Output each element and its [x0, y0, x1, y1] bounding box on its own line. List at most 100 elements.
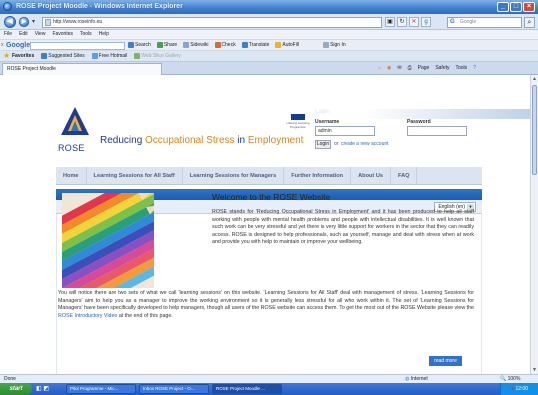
command-bar: ⌂ ◉ ✉ ⎙ Page Safety Tools ?	[378, 63, 476, 74]
hotmail-icon	[91, 52, 98, 59]
username-field[interactable]: admin	[315, 126, 375, 136]
intro-video-link[interactable]: ROSE Introductory Video	[58, 313, 117, 319]
google-autofill-button[interactable]: AutoFill	[275, 40, 299, 51]
scroll-thumb[interactable]	[532, 85, 537, 175]
history-dropdown-icon[interactable]: ▾	[32, 18, 35, 25]
close-button[interactable]: ×	[523, 2, 535, 12]
password-label: Password	[407, 119, 431, 125]
taskbar-items: Pilot Programme - Mic... Inbox ROSE Proj…	[66, 384, 282, 394]
search-provider-icon[interactable]: g	[421, 17, 431, 27]
username-label: Username	[315, 119, 340, 125]
tools-menu[interactable]: Tools	[456, 63, 468, 74]
favorite-suggested-sites[interactable]: Suggested Sites	[41, 51, 85, 61]
quick-launch-icons[interactable]: ◧ ◩	[36, 385, 49, 392]
url-tools: ▣ ↻ ✕ g	[385, 17, 431, 27]
vertical-scrollbar[interactable]: ▲ ▼	[530, 75, 538, 374]
menu-bar: File Edit View Favorites Tools Help	[0, 30, 538, 39]
google-check-button[interactable]: Check	[214, 40, 236, 51]
menu-favorites[interactable]: Favorites	[52, 30, 73, 39]
create-account-link[interactable]: create a new account	[341, 141, 389, 147]
google-logo: Google	[6, 42, 31, 49]
forward-arrow-icon[interactable]: ▶	[18, 16, 30, 28]
share-icon	[156, 41, 163, 48]
system-tray-icons[interactable]: ●	[511, 386, 514, 392]
globe-icon: ◍	[405, 376, 410, 382]
rose-site: ROSE Reducing Occupational Stress in Emp…	[48, 75, 530, 374]
nav-further-information[interactable]: Further Information	[284, 167, 352, 184]
menu-help[interactable]: Help	[99, 30, 109, 39]
toolbar-close-icon[interactable]: x	[1, 40, 4, 51]
minimize-button[interactable]: _	[497, 2, 509, 12]
nav-faq[interactable]: FAQ	[391, 167, 418, 184]
status-text: Done	[4, 376, 16, 382]
maximize-button[interactable]: □	[510, 2, 522, 12]
site-nav: Home Learning Sessions for All Staff Lea…	[56, 167, 482, 185]
menu-tools[interactable]: Tools	[80, 30, 92, 39]
menu-edit[interactable]: Edit	[19, 30, 28, 39]
login-heading: Login	[315, 109, 330, 115]
login-panel: Login Username Password admin Login or c…	[315, 109, 482, 161]
google-toolbar-search-input[interactable]	[30, 42, 125, 50]
eu-flag-icon	[291, 114, 305, 120]
suggested-sites-icon	[41, 52, 48, 59]
scroll-down-icon[interactable]: ▼	[532, 367, 537, 373]
menu-file[interactable]: File	[4, 30, 12, 39]
google-translate-button[interactable]: Translate	[241, 40, 269, 51]
search-input[interactable]: G Google	[447, 17, 522, 28]
favorites-button[interactable]: Favorites	[12, 51, 34, 61]
nav-home[interactable]: Home	[56, 167, 87, 184]
page-favicon-icon	[45, 19, 51, 26]
status-bar: Done ◍ Internet 🔍 100%	[0, 374, 538, 383]
read-mail-icon[interactable]: ✉	[397, 63, 401, 74]
google-sign-in-button[interactable]: Sign In	[323, 40, 346, 51]
tab-rose-project-moodle[interactable]: ROSE Project Moodle	[2, 63, 162, 75]
feeds-icon[interactable]: ◉	[387, 63, 391, 74]
task-inbox-rose-project[interactable]: Inbox ROSE Project - O...	[139, 384, 209, 394]
zoom-level[interactable]: 🔍 100%	[500, 375, 520, 383]
safety-menu[interactable]: Safety	[435, 63, 449, 74]
google-toolbar-items: Search Share Sidewiki Check Translate Au…	[128, 40, 346, 51]
search-icon[interactable]: ⌕	[524, 17, 535, 28]
password-field[interactable]	[407, 126, 467, 136]
window-controls: _ □ ×	[497, 2, 535, 12]
stop-icon[interactable]: ✕	[409, 17, 419, 27]
task-rose-project-moodle[interactable]: ROSE Project Moodle ...	[212, 384, 282, 394]
url-input[interactable]: http://www.roseinfo.eu	[42, 17, 382, 28]
compatibility-view-icon[interactable]: ▣	[385, 17, 395, 27]
favorites-star-icon[interactable]: ★	[3, 51, 10, 61]
nav-learning-managers[interactable]: Learning Sessions for Managers	[183, 167, 285, 184]
google-sidewiki-button[interactable]: Sidewiki	[183, 40, 209, 51]
task-pilot-programme[interactable]: Pilot Programme - Mic...	[66, 384, 136, 394]
spellcheck-icon	[214, 41, 221, 48]
search-icon	[128, 41, 134, 48]
badge-caption: Lifelong Learning Programme	[286, 121, 310, 129]
back-arrow-icon[interactable]: ◀	[4, 16, 16, 28]
url-text: http://www.roseinfo.eu	[53, 19, 103, 25]
nav-learning-all-staff[interactable]: Learning Sessions for All Staff	[87, 167, 183, 184]
search-placeholder: Google	[460, 19, 477, 25]
address-bar: ◀ ▶ ▾ http://www.roseinfo.eu ▣ ↻ ✕ g G G…	[0, 14, 538, 30]
login-button[interactable]: Login	[315, 140, 331, 149]
refresh-icon[interactable]: ↻	[397, 17, 407, 27]
google-share-button[interactable]: Share	[156, 40, 177, 51]
home-icon[interactable]: ⌂	[378, 63, 381, 74]
sessions-paragraph: You will notice there are two sets of wh…	[58, 290, 474, 319]
system-tray: ● 12:00	[500, 383, 538, 395]
favorite-web-slice-gallery[interactable]: Web Slice Gallery	[134, 51, 181, 61]
translate-icon	[241, 41, 248, 48]
google-search-button[interactable]: Search	[128, 40, 151, 51]
colored-pencils-image	[62, 193, 154, 288]
help-icon[interactable]: ?	[473, 63, 476, 74]
favorite-free-hotmail[interactable]: Free Hotmail	[91, 51, 127, 61]
page-content: ROSE Reducing Occupational Stress in Emp…	[0, 75, 530, 374]
read-more-button[interactable]: read more	[429, 356, 462, 366]
menu-view[interactable]: View	[35, 30, 46, 39]
welcome-heading: Welcome to the ROSE Website	[212, 192, 331, 202]
rose-logo-icon	[61, 107, 89, 135]
sidewiki-icon	[183, 41, 190, 48]
nav-about-us[interactable]: About Us	[351, 167, 391, 184]
start-button[interactable]: start	[0, 383, 32, 395]
scroll-up-icon[interactable]: ▲	[532, 76, 537, 82]
page-menu[interactable]: Page	[418, 63, 430, 74]
print-icon[interactable]: ⎙	[408, 63, 412, 74]
